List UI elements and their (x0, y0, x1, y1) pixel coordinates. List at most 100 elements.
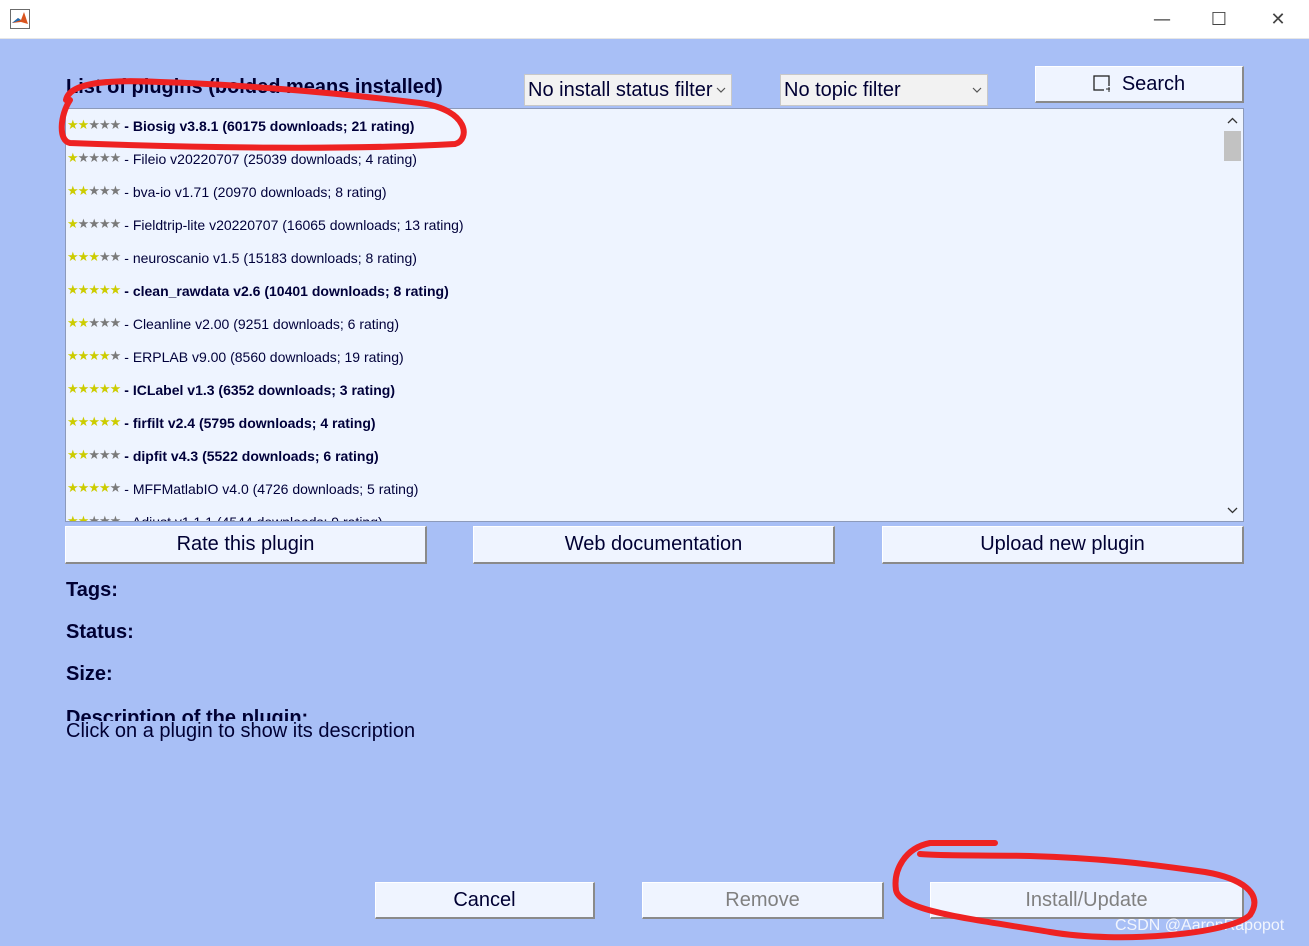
remove-button[interactable]: Remove (642, 882, 884, 919)
rating-stars: ★ ★ ★ ★ ★ (67, 382, 122, 397)
rating-stars: ★ ★ ★ ★ ★ (67, 448, 122, 463)
description-label-box: Description of the plugin: (66, 704, 466, 721)
star-icon: ★ (67, 514, 79, 522)
plugin-label: - Biosig v3.8.1 (60175 downloads; 21 rat… (124, 117, 415, 134)
star-icon: ★ (77, 382, 90, 397)
star-icon: ★ (109, 316, 122, 331)
star-icon: ★ (67, 481, 79, 496)
tags-label: Tags: (66, 579, 118, 601)
star-icon: ★ (109, 382, 122, 397)
star-icon: ★ (98, 349, 111, 364)
star-icon: ★ (67, 118, 79, 133)
list-item[interactable]: ★ ★ ★ ★ ★ - Cleanline v2.00 (9251 downloads; … (66, 307, 1222, 340)
star-icon: ★ (109, 349, 122, 364)
install-update-button[interactable]: Install/Update (930, 882, 1244, 919)
plugin-label: - clean_rawdata v2.6 (10401 downloads; 8… (124, 282, 449, 299)
description-text: Click on a plugin to show its descriptio… (66, 720, 416, 742)
rating-stars: ★ ★ ★ ★ ★ (67, 349, 122, 364)
rating-stars: ★ ★ ★ ★ ★ (67, 217, 122, 232)
chevron-down-icon (967, 75, 987, 105)
minimize-button[interactable]: — (1139, 0, 1185, 38)
star-icon: ★ (109, 283, 122, 298)
star-icon: ★ (88, 217, 100, 232)
star-icon: ★ (88, 382, 100, 397)
star-icon: ★ (88, 184, 100, 199)
maximize-button[interactable]: ☐ (1196, 0, 1242, 38)
list-item[interactable]: ★ ★ ★ ★ ★ - ICLabel v1.3 (6352 downloads; 3 r… (66, 373, 1222, 406)
star-icon: ★ (88, 514, 100, 522)
star-icon: ★ (88, 316, 100, 331)
plugin-label: - ERPLAB v9.00 (8560 downloads; 19 ratin… (124, 348, 404, 365)
star-icon: ★ (77, 448, 90, 463)
star-icon: ★ (98, 250, 111, 265)
star-icon: ★ (109, 415, 122, 430)
list-item[interactable]: ★ ★ ★ ★ ★ - Fieldtrip-lite v20220707 (16065 d… (66, 208, 1222, 241)
star-icon: ★ (77, 217, 90, 232)
rate-plugin-button[interactable]: Rate this plugin (65, 526, 427, 564)
star-icon: ★ (88, 250, 100, 265)
rating-stars: ★ ★ ★ ★ ★ (67, 151, 122, 166)
rating-stars: ★ ★ ★ ★ ★ (67, 514, 121, 522)
star-icon: ★ (109, 448, 122, 463)
star-icon: ★ (67, 184, 79, 199)
install-status-filter[interactable]: No install status filter (524, 74, 732, 106)
list-item[interactable]: ★ ★ ★ ★ ★ - ERPLAB v9.00 (8560 downloads; 19 … (66, 340, 1222, 373)
plugin-list[interactable]: ★ ★ ★ ★ ★ - Biosig v3.8.1 (60175 downloads; 2… (65, 108, 1244, 522)
rating-stars: ★ ★ ★ ★ ★ (67, 250, 121, 265)
star-icon: ★ (109, 184, 122, 199)
scroll-down-icon[interactable] (1222, 500, 1243, 520)
star-icon: ★ (67, 217, 79, 232)
list-item[interactable]: ★ ★ ★ ★ ★ - Adjust v1.1.1 (4544 downloads; 9 … (66, 505, 1222, 522)
star-icon: ★ (109, 151, 122, 166)
size-label: Size: (66, 663, 113, 685)
list-item[interactable]: ★ ★ ★ ★ ★ - firfilt v2.4 (5795 downloads; 4 r… (66, 406, 1222, 439)
star-icon: ★ (98, 415, 111, 430)
star-icon: ★ (77, 514, 90, 522)
upload-plugin-button[interactable]: Upload new plugin (882, 526, 1244, 564)
plugin-label: - bva-io v1.71 (20970 downloads; 8 ratin… (124, 183, 387, 200)
star-icon: ★ (67, 349, 79, 364)
rating-stars: ★ ★ ★ ★ ★ (67, 184, 122, 199)
star-icon: ★ (88, 151, 100, 166)
scroll-up-icon[interactable] (1222, 110, 1243, 130)
list-item[interactable]: ★ ★ ★ ★ ★ - bva-io v1.71 (20970 downloads; 8 … (66, 175, 1222, 208)
star-icon: ★ (67, 316, 79, 331)
star-icon: ★ (98, 481, 111, 496)
search-box-icon (1093, 75, 1110, 92)
star-icon: ★ (88, 118, 100, 133)
star-icon: ★ (67, 283, 79, 298)
list-item[interactable]: ★ ★ ★ ★ ★ - dipfit v4.3 (5522 downloads; 6 ra… (66, 439, 1222, 472)
star-icon: ★ (77, 184, 90, 199)
close-button[interactable]: ✕ (1255, 0, 1301, 38)
search-button[interactable]: Search (1035, 66, 1244, 103)
rating-stars: ★ ★ ★ ★ ★ (67, 481, 121, 496)
topic-filter[interactable]: No topic filter (780, 74, 988, 106)
plugin-label: - Adjust v1.1.1 (4544 downloads; 9 ratin… (124, 513, 383, 522)
list-item[interactable]: ★ ★ ★ ★ ★ - Fileio v20220707 (25039 downloads… (66, 142, 1222, 175)
star-icon: ★ (98, 283, 111, 298)
rating-stars: ★ ★ ★ ★ ★ (67, 316, 122, 331)
watermark: CSDN @AaronRapopot (1115, 917, 1285, 934)
plugin-label: - neuroscanio v1.5 (15183 downloads; 8 r… (124, 249, 417, 266)
list-item[interactable]: ★ ★ ★ ★ ★ - clean_rawdata v2.6 (10401 downloa… (66, 274, 1222, 307)
star-icon: ★ (109, 217, 122, 232)
web-documentation-button[interactable]: Web documentation (473, 526, 835, 564)
star-icon: ★ (77, 481, 90, 496)
star-icon: ★ (67, 250, 79, 265)
scrollbar[interactable] (1222, 109, 1243, 521)
plugin-label: - Fileio v20220707 (25039 downloads; 4 r… (124, 150, 417, 167)
star-icon: ★ (98, 382, 111, 397)
chevron-down-icon (711, 75, 731, 105)
cancel-button[interactable]: Cancel (375, 882, 595, 919)
list-item[interactable]: ★ ★ ★ ★ ★ - neuroscanio v1.5 (15183 downloads… (66, 241, 1222, 274)
topic-filter-value: No topic filter (784, 79, 901, 101)
list-item[interactable]: ★ ★ ★ ★ ★ - Biosig v3.8.1 (60175 downloads; 2… (66, 109, 1222, 142)
list-item[interactable]: ★ ★ ★ ★ ★ - MFFMatlabIO v4.0 (4726 downloads;… (66, 472, 1222, 505)
plugin-label: - Fieldtrip-lite v20220707 (16065 downlo… (124, 216, 464, 233)
star-icon: ★ (67, 415, 79, 430)
scroll-thumb[interactable] (1224, 131, 1241, 161)
star-icon: ★ (67, 382, 79, 397)
star-icon: ★ (67, 151, 79, 166)
star-icon: ★ (77, 250, 90, 265)
star-icon: ★ (77, 415, 90, 430)
